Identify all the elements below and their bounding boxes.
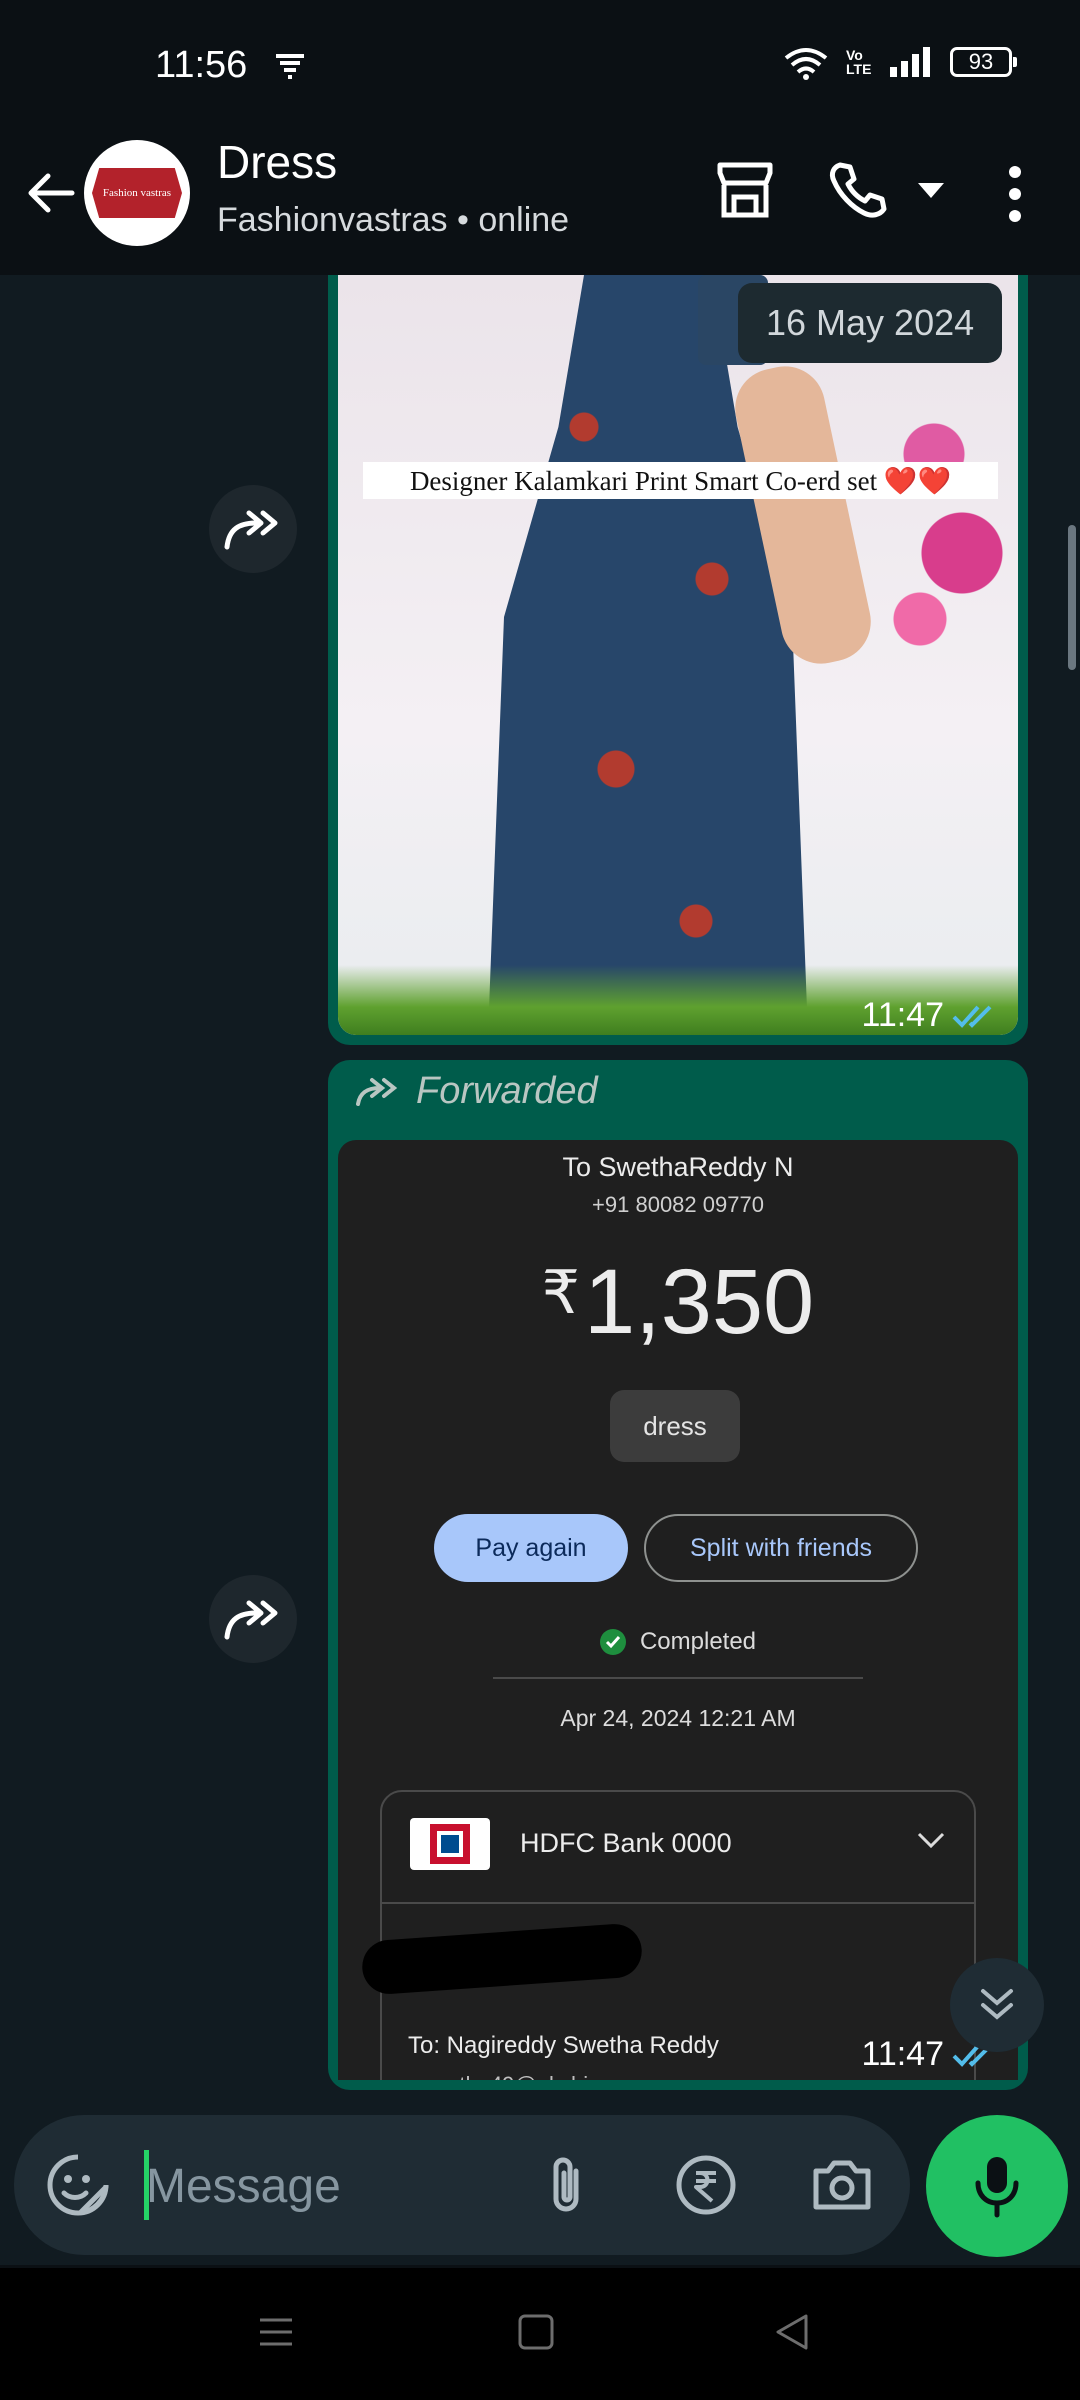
battery-icon: 93: [950, 47, 1017, 77]
image-message-bubble[interactable]: Designer Kalamkari Print Smart Co-erd se…: [328, 275, 1028, 1045]
recent-apps-icon[interactable]: [256, 2312, 296, 2352]
contact-name[interactable]: Dress: [217, 135, 337, 189]
notification-icon: [276, 54, 304, 79]
read-ticks-icon: [952, 1005, 992, 1028]
amount-value: 1,350: [583, 1251, 815, 1353]
scrollbar-thumb[interactable]: [1068, 525, 1076, 670]
receipt-phone: +91 80082 09770: [592, 1192, 764, 1217]
hdfc-logo-icon: [410, 1818, 490, 1870]
currency-symbol: ₹: [541, 1259, 580, 1326]
pay-again-button: Pay again: [434, 1514, 628, 1582]
back-nav-icon[interactable]: [772, 2312, 812, 2352]
message-time: 11:47: [861, 996, 1000, 1035]
bank-name: HDFC Bank 0000: [520, 1828, 732, 1858]
message-input[interactable]: [144, 2143, 388, 2229]
catalog-store-icon[interactable]: [714, 159, 776, 221]
message-composer: [14, 2115, 910, 2255]
payment-date: Apr 24, 2024 12:21 AM: [560, 1705, 796, 1731]
split-with-friends-button: Split with friends: [644, 1514, 918, 1582]
receipt-upi-id: nswetha49@okshi: [408, 2072, 588, 2080]
voice-message-button[interactable]: [926, 2115, 1068, 2257]
image-caption: Designer Kalamkari Print Smart Co-erd se…: [363, 462, 998, 499]
divider: [382, 1902, 974, 1904]
battery-level: 93: [968, 49, 994, 74]
chevron-down-icon: [917, 1832, 945, 1849]
microphone-icon: [975, 2157, 1019, 2218]
chat-area[interactable]: Designer Kalamkari Print Smart Co-erd se…: [0, 275, 1080, 2265]
wifi-icon: [784, 48, 828, 80]
time-label: 11:47: [861, 996, 944, 1034]
check-circle-icon: [599, 1629, 626, 1655]
divider: [493, 1677, 863, 1679]
back-arrow-icon[interactable]: [22, 165, 78, 221]
forwarded-arrow-icon: [356, 1077, 398, 1106]
forwarded-text: Forwarded: [416, 1070, 598, 1112]
date-chip: 16 May 2024: [738, 283, 1003, 363]
home-icon[interactable]: [516, 2312, 556, 2352]
avatar-logo: Fashion vastras: [92, 168, 182, 218]
payment-status: Completed: [338, 1628, 1018, 1656]
double-chevron-down-icon: [981, 1989, 1013, 2020]
forwarded-message-bubble[interactable]: Forwarded To SwethaReddy N +91 80082 097…: [328, 1060, 1028, 2090]
receipt-full-name: To: Nagireddy Swetha Reddy: [408, 2032, 719, 2059]
scroll-to-bottom-button[interactable]: [950, 1958, 1044, 2052]
payment-receipt-image[interactable]: To SwethaReddy N +91 80082 09770 ₹1,350 …: [338, 1140, 1018, 2080]
status-bar: 11:56 Vo LTE 93: [0, 0, 1080, 135]
sticker-emoji-icon[interactable]: [46, 2153, 110, 2217]
avatar[interactable]: Fashion vastras: [84, 140, 190, 246]
forward-button[interactable]: [209, 485, 297, 573]
volte-label: Vo LTE: [846, 47, 872, 77]
call-dropdown-icon[interactable]: [916, 181, 946, 201]
rupee-payment-icon[interactable]: [674, 2153, 738, 2217]
status-time: 11:56: [155, 44, 248, 86]
receipt-recipient: To SwethaReddy N: [562, 1152, 794, 1182]
signal-icon: [890, 47, 930, 77]
receipt-amount: ₹1,350: [338, 1250, 1018, 1355]
chat-header: Fashion vastras Dress Fashionvastras • o…: [0, 135, 1080, 275]
voice-call-icon[interactable]: [826, 159, 888, 221]
redaction-scribble: [360, 1922, 644, 1996]
status-text: Completed: [639, 1628, 757, 1655]
contact-status[interactable]: Fashionvastras • online: [217, 201, 569, 240]
product-photo[interactable]: Designer Kalamkari Print Smart Co-erd se…: [338, 275, 1018, 1035]
forwarded-label: Forwarded: [354, 1070, 598, 1113]
camera-icon[interactable]: [810, 2153, 874, 2217]
forward-button-2[interactable]: [209, 1575, 297, 1663]
more-options-icon[interactable]: [998, 165, 1032, 223]
time-label: 11:47: [861, 2035, 944, 2073]
system-navigation-bar: [0, 2268, 1080, 2400]
forward-icon: [224, 1600, 278, 1640]
receipt-note: dress: [610, 1390, 740, 1462]
forward-icon: [224, 510, 278, 550]
attach-icon[interactable]: [542, 2153, 594, 2217]
flowers-decoration: [878, 355, 1018, 685]
status-indicators: Vo LTE 93: [782, 44, 1017, 80]
